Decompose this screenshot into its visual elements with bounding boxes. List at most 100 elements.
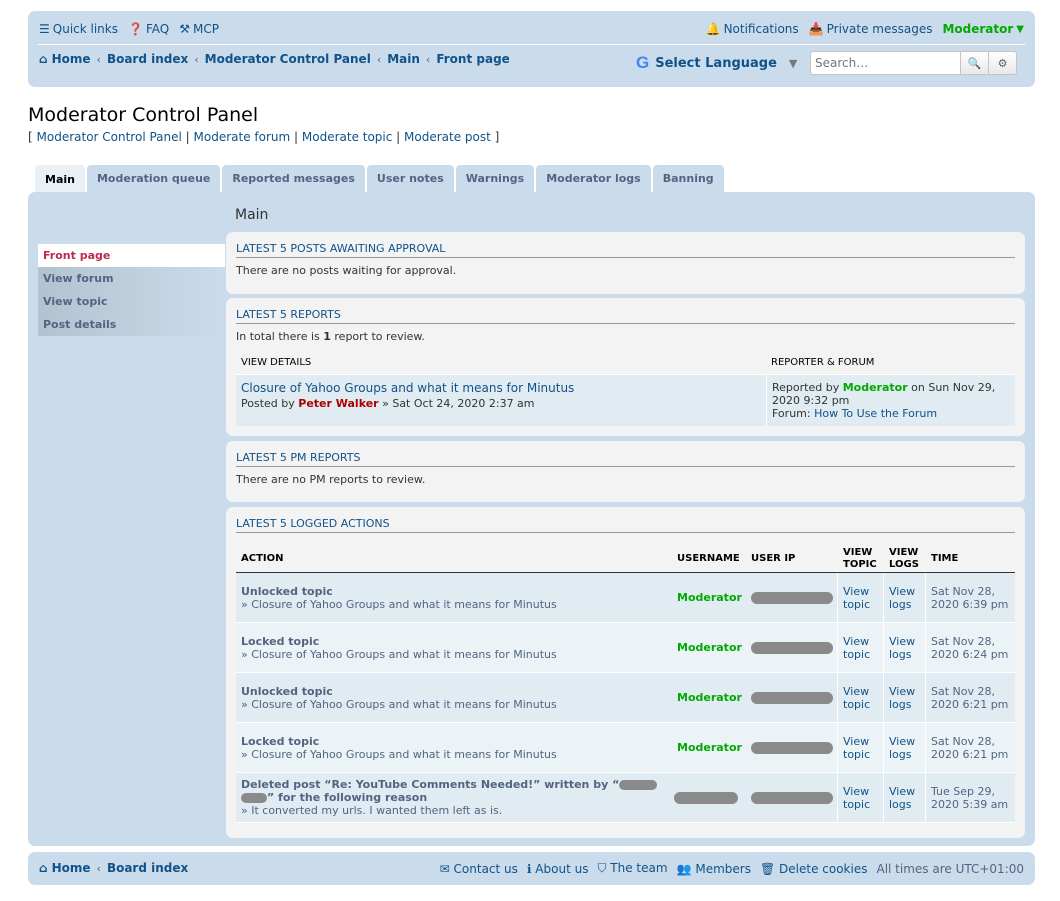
redacted-username: [674, 791, 738, 804]
log-view-topic-link[interactable]: View topic: [843, 585, 883, 611]
posts-awaiting-title: Latest 5 posts awaiting approval: [236, 242, 1015, 258]
home-icon: ⌂: [39, 861, 48, 875]
footer-bar: ⌂ Home ‹ Board index ✉ Contact us ℹ Abou…: [28, 852, 1035, 885]
breadcrumb-home[interactable]: Home: [52, 52, 91, 66]
info-icon: ℹ: [526, 861, 532, 876]
log-view-logs-link[interactable]: View logs: [889, 685, 925, 711]
poster-link[interactable]: Peter Walker: [298, 397, 378, 410]
private-messages-link[interactable]: 📥 Private messages: [809, 22, 933, 36]
about-us-link[interactable]: ℹ About us: [527, 862, 589, 876]
logs-title: Latest 5 logged actions: [236, 517, 1015, 533]
notifications-link[interactable]: 🔔 Notifications: [706, 22, 799, 36]
log-view-logs-link[interactable]: View logs: [889, 585, 925, 611]
mcp-label: MCP: [192, 22, 219, 36]
quick-nav-moderate-topic[interactable]: Moderate topic: [302, 130, 392, 144]
log-view-topic-link[interactable]: View topic: [843, 785, 883, 811]
forum-link[interactable]: How To Use the Forum: [814, 407, 937, 420]
language-selector[interactable]: G Select Language ▼: [636, 53, 797, 73]
log-view-topic-link[interactable]: View topic: [843, 685, 883, 711]
team-label: The team: [610, 861, 668, 875]
username: Moderator: [942, 22, 1014, 36]
breadcrumb-mcp[interactable]: Moderator Control Panel: [205, 52, 371, 66]
search-box: 🔍 ⚙: [810, 51, 1017, 75]
log-username[interactable]: Moderator: [677, 591, 742, 604]
trash-icon: 🗑: [759, 861, 776, 876]
posted-time: » Sat Oct 24, 2020 2:37 am: [378, 397, 535, 410]
side-menu-post-details[interactable]: Post details: [38, 313, 225, 336]
quick-nav-mcp[interactable]: Moderator Control Panel: [37, 130, 182, 144]
table-row: Locked topic » Closure of Yahoo Groups a…: [236, 623, 1015, 673]
reports-total: In total there is 1 report to review.: [236, 330, 425, 343]
advanced-search-button[interactable]: ⚙: [989, 51, 1017, 75]
search-button[interactable]: 🔍: [961, 51, 989, 75]
search-icon: 🔍: [967, 56, 982, 70]
tab-user-notes[interactable]: User notes: [366, 165, 454, 192]
tab-warnings[interactable]: Warnings: [455, 165, 535, 192]
faq-link[interactable]: ❓ FAQ: [128, 22, 169, 36]
side-menu-front-page[interactable]: Front page: [38, 244, 225, 267]
log-action: Deleted post “Re: YouTube Comments Neede…: [241, 778, 666, 804]
log-view-topic-link[interactable]: View topic: [843, 735, 883, 761]
redacted-ip: [751, 641, 833, 654]
breadcrumb-separator: ‹: [376, 52, 382, 66]
tab-moderation-queue[interactable]: Moderation queue: [86, 165, 221, 192]
quick-nav-moderate-forum[interactable]: Moderate forum: [194, 130, 291, 144]
log-view-topic-link[interactable]: View topic: [843, 635, 883, 661]
log-view-logs-link[interactable]: View logs: [889, 785, 925, 811]
mcp-quick-nav: [ Moderator Control Panel | Moderate for…: [28, 130, 500, 144]
log-username[interactable]: Moderator: [677, 691, 742, 704]
footer-breadcrumb-home[interactable]: Home: [52, 861, 91, 875]
main-panel: Main Front page View forum View topic Po…: [28, 192, 1035, 846]
side-menu-view-forum[interactable]: View forum: [38, 267, 225, 290]
log-username[interactable]: Moderator: [677, 741, 742, 754]
bell-icon: 🔔: [705, 22, 721, 36]
reports-table-header: View details Reporter & Forum: [236, 357, 1015, 373]
log-action-part-b: ” for the following reason: [267, 791, 428, 804]
reports-total-count: 1: [323, 330, 331, 343]
log-time: Sat Nov 28, 2020 6:21 pm: [931, 684, 1009, 711]
reports-title: Latest 5 reports: [236, 308, 1015, 324]
members-label: Members: [695, 861, 751, 876]
log-time: Sat Nov 28, 2020 6:21 pm: [931, 734, 1009, 761]
gavel-icon: ⚒: [179, 22, 190, 36]
gear-icon: ⚙: [997, 56, 1008, 70]
inbox-icon: 📥: [808, 22, 824, 36]
footer-breadcrumb-board-index[interactable]: Board index: [107, 861, 188, 875]
reporter-link[interactable]: Moderator: [843, 381, 908, 394]
log-view-logs-link[interactable]: View logs: [889, 635, 925, 661]
side-menu-view-topic[interactable]: View topic: [38, 290, 225, 313]
redacted-ip: [751, 791, 833, 804]
log-username[interactable]: Moderator: [677, 641, 742, 654]
redacted-username: [241, 793, 267, 803]
breadcrumb-separator: ‹: [96, 861, 101, 875]
hamburger-icon: ☰: [39, 22, 50, 36]
contact-us-link[interactable]: ✉ Contact us: [440, 862, 518, 876]
quick-nav-moderate-post[interactable]: Moderate post: [404, 130, 491, 144]
users-icon: 👥: [676, 861, 692, 876]
mcp-link[interactable]: ⚒ MCP: [179, 22, 219, 36]
members-link[interactable]: 👥 Members: [677, 862, 751, 876]
team-link[interactable]: ⛉ The team: [597, 861, 667, 876]
header-bar: ☰ Quick links ❓ FAQ ⚒ MCP 🔔 Notification…: [28, 11, 1035, 87]
google-logo-icon: G: [636, 53, 650, 72]
delete-cookies-link[interactable]: 🗑 Delete cookies: [760, 862, 868, 876]
tab-moderator-logs[interactable]: Moderator logs: [536, 165, 651, 192]
log-time: Sat Nov 28, 2020 6:24 pm: [931, 634, 1009, 661]
report-topic-link[interactable]: Closure of Yahoo Groups and what it mean…: [241, 381, 574, 395]
breadcrumb-main[interactable]: Main: [387, 52, 420, 66]
main-heading: Main: [235, 207, 269, 223]
log-action-reason: » It converted my urls. I wanted them le…: [241, 804, 503, 817]
log-action: Unlocked topic: [241, 584, 333, 598]
tab-banning[interactable]: Banning: [652, 165, 724, 192]
breadcrumb-front-page[interactable]: Front page: [436, 52, 509, 66]
logged-actions-panel: Latest 5 logged actions Action Username …: [226, 507, 1025, 838]
log-view-logs-link[interactable]: View logs: [889, 735, 925, 761]
tab-main[interactable]: Main: [35, 165, 85, 193]
breadcrumb-separator: ‹: [96, 52, 101, 66]
tab-reported-messages[interactable]: Reported messages: [222, 165, 365, 192]
user-menu[interactable]: Moderator ▼: [942, 22, 1024, 36]
quick-links-menu[interactable]: ☰ Quick links: [39, 22, 118, 36]
pm-reports-title: Latest 5 PM reports: [236, 451, 1015, 467]
breadcrumb-board-index[interactable]: Board index: [107, 52, 188, 66]
search-input[interactable]: [810, 51, 961, 75]
